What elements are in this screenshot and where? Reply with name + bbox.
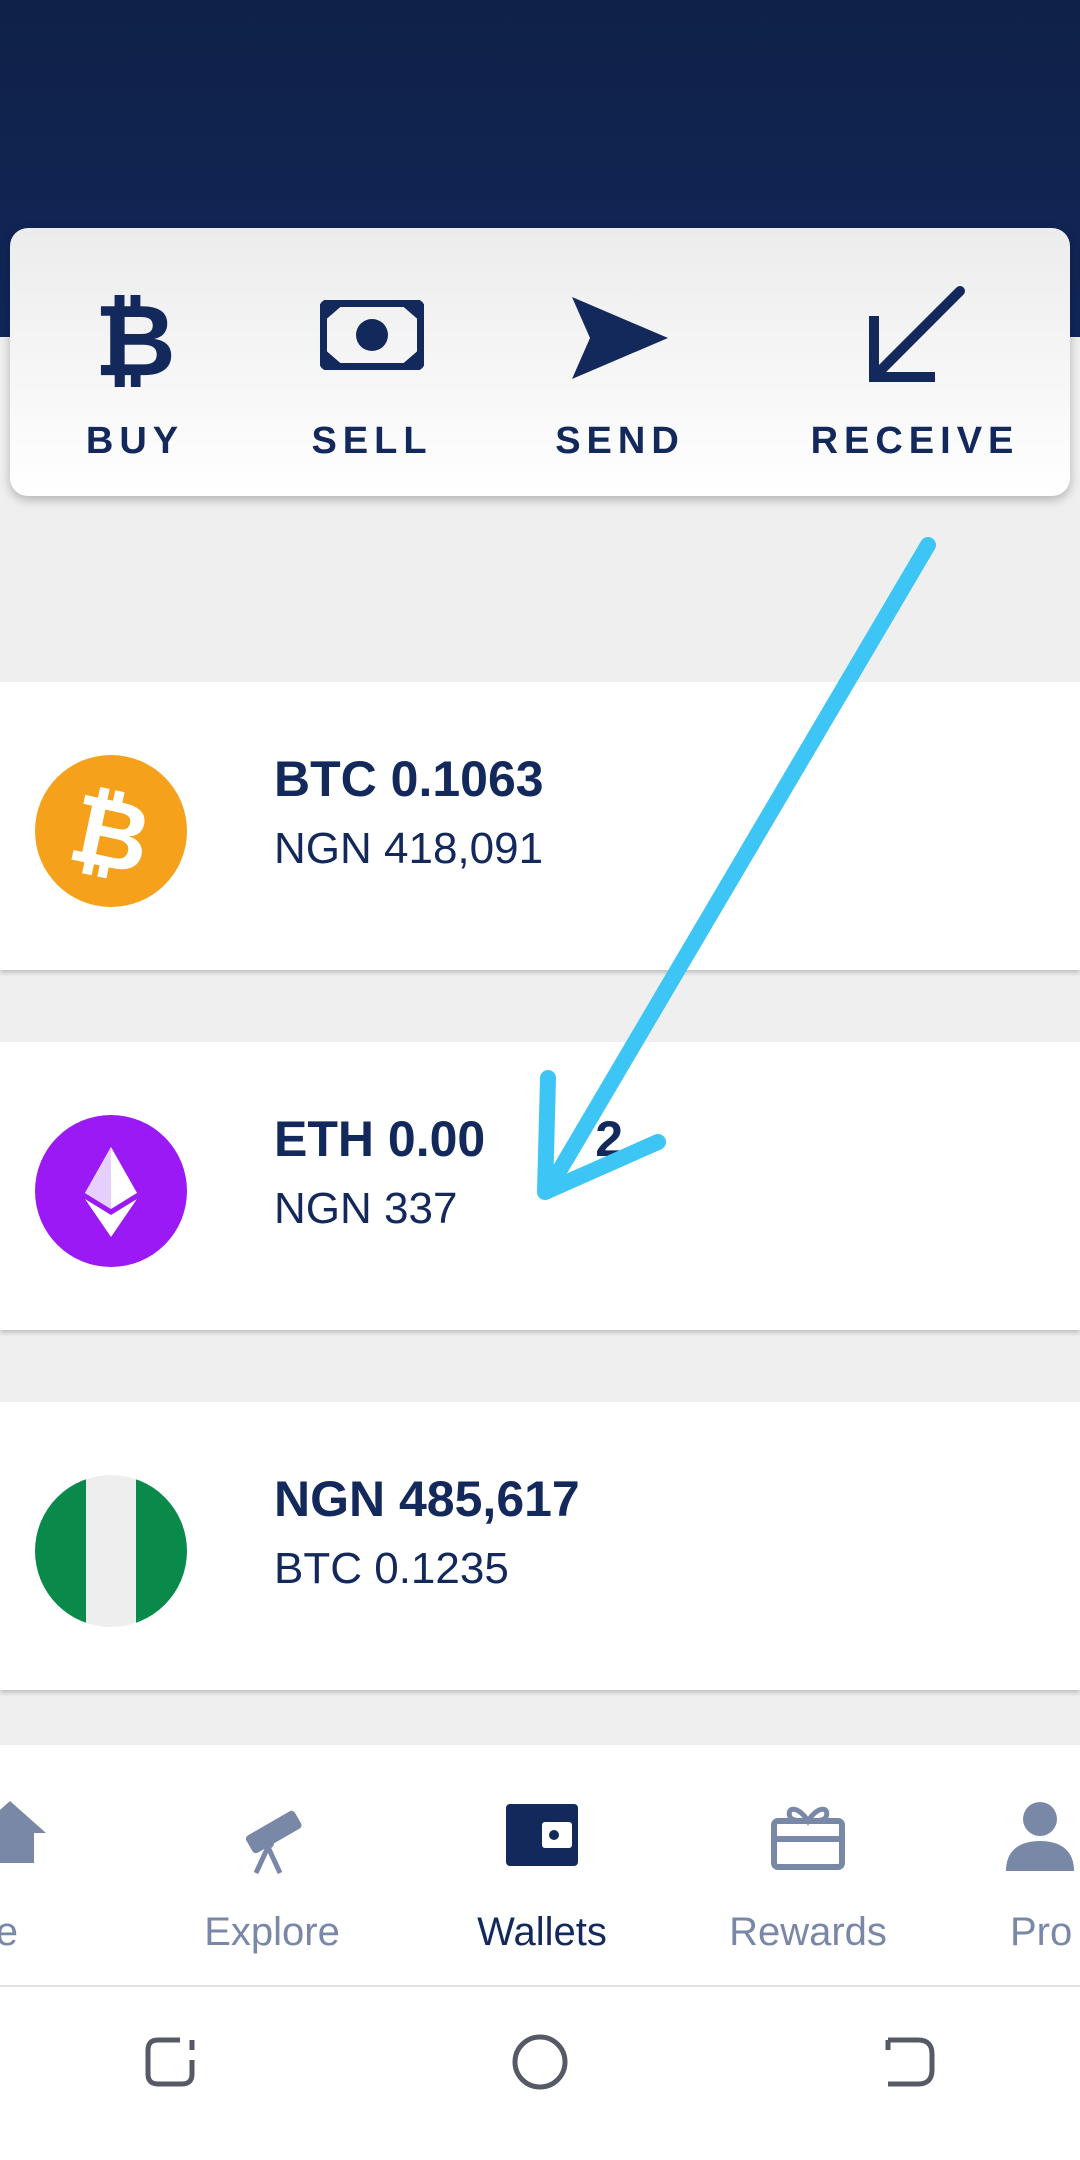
- cash-icon: [320, 300, 424, 370]
- system-nav-bar: [0, 1987, 1080, 2160]
- nav-home-label: me: [0, 1910, 18, 1954]
- nav-profile[interactable]: Pro: [960, 1745, 1080, 1985]
- nav-wallets-label: Wallets: [477, 1910, 607, 1954]
- svg-text:₿: ₿: [95, 283, 175, 393]
- send-label: SEND: [555, 420, 685, 462]
- bottom-nav: me Explore Wallets Rewards Pro: [0, 1745, 1080, 1987]
- ethereum-coin-icon: [35, 1115, 187, 1267]
- nav-rewards-label: Rewards: [729, 1910, 887, 1954]
- send-button[interactable]: SEND: [520, 228, 720, 496]
- telescope-icon: [245, 1810, 302, 1875]
- receive-arrow-icon: [869, 286, 965, 382]
- nav-explore[interactable]: Explore: [152, 1745, 392, 1985]
- sell-button[interactable]: SELL: [272, 228, 472, 496]
- wallet-row-eth[interactable]: ETH 0.00 2 NGN 337: [0, 1042, 1080, 1330]
- nav-explore-label: Explore: [204, 1910, 340, 1954]
- receive-label: RECEIVE: [810, 420, 1020, 462]
- svg-text:₿: ₿: [60, 771, 160, 897]
- nigeria-flag-icon: [35, 1475, 187, 1627]
- home-icon: [0, 1801, 46, 1863]
- wallet-icon: [506, 1804, 578, 1866]
- sell-label: SELL: [311, 420, 433, 462]
- back-icon[interactable]: [880, 2032, 940, 2092]
- wallet-balance: NGN 485,617: [274, 1471, 580, 1527]
- nav-wallets[interactable]: Wallets: [422, 1745, 662, 1985]
- gift-icon: [771, 1806, 845, 1870]
- wallet-row-btc[interactable]: ₿ BTC 0.1063 NGN 418,091: [0, 682, 1080, 970]
- nav-profile-label: Pro: [1010, 1910, 1073, 1954]
- send-icon: [572, 297, 668, 379]
- bitcoin-icon: ₿: [95, 283, 175, 393]
- quick-actions-card: ₿ BUY SELL SEND RECEIVE: [10, 228, 1070, 496]
- wallet-fiat-value: BTC 0.1235: [274, 1544, 509, 1593]
- home-button-icon[interactable]: [510, 2032, 570, 2092]
- profile-icon: [1006, 1802, 1074, 1871]
- bitcoin-coin-icon: ₿: [35, 755, 187, 907]
- buy-button[interactable]: ₿ BUY: [35, 228, 235, 496]
- recents-icon[interactable]: [140, 2032, 200, 2092]
- wallet-row-ngn[interactable]: NGN 485,617 BTC 0.1235: [0, 1402, 1080, 1690]
- receive-button[interactable]: RECEIVE: [805, 228, 1025, 496]
- wallet-fiat-value: NGN 418,091: [274, 824, 544, 873]
- nav-rewards[interactable]: Rewards: [688, 1745, 928, 1985]
- buy-label: BUY: [85, 420, 185, 462]
- wallet-balance: ETH 0.00 2: [274, 1111, 624, 1167]
- wallet-balance: BTC 0.1063: [274, 751, 544, 807]
- nav-home[interactable]: me: [0, 1745, 90, 1985]
- wallet-fiat-value: NGN 337: [274, 1184, 458, 1233]
